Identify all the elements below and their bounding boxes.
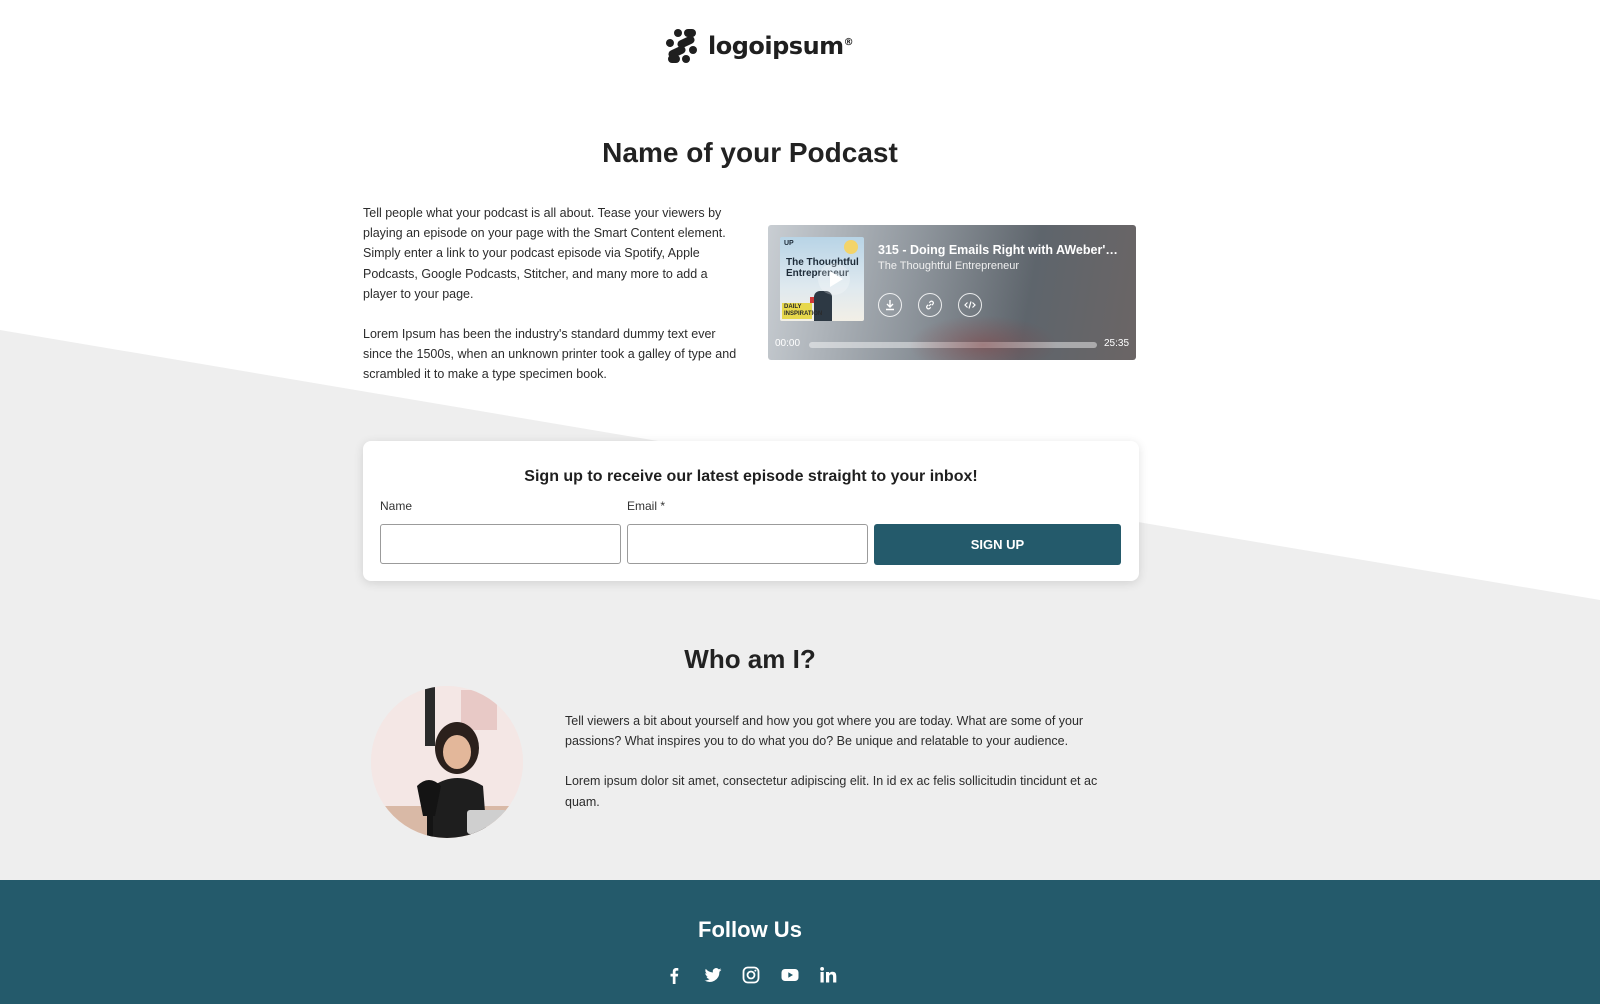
email-input[interactable] [627,524,868,564]
twitter-icon[interactable] [702,964,724,986]
intro-paragraph: Lorem Ipsum has been the industry's stan… [363,327,737,382]
cover-sun [844,240,858,254]
social-links [663,963,839,987]
logo[interactable]: logoipsum® [664,28,854,64]
facebook-icon[interactable] [663,964,685,986]
cover-badge: UP [784,240,794,247]
linkedin-icon[interactable] [817,964,839,986]
intro-text: Tell people what your podcast is all abo… [363,203,738,405]
cover-tag: DAILY INSPIRATION [782,303,823,319]
play-icon[interactable] [818,263,850,295]
name-label: Name [380,499,413,513]
signup-form: Sign up to receive our latest episode st… [363,441,1139,581]
episode-cover-art: UP The Thoughtful Entrepreneur DAILY INS… [780,237,864,321]
download-icon [886,300,894,311]
copy-link-button[interactable] [918,293,942,317]
about-paragraph: Lorem ipsum dolor sit amet, consectetur … [565,774,1098,809]
signup-button[interactable]: SIGN UP [874,524,1121,565]
about-text: Tell viewers a bit about yourself and ho… [565,711,1125,832]
podcast-player: UP The Thoughtful Entrepreneur DAILY INS… [768,225,1136,360]
current-time: 00:00 [775,338,801,349]
embed-code-icon [964,301,976,309]
intro-paragraph: Tell people what your podcast is all abo… [363,206,726,301]
about-paragraph: Tell viewers a bit about yourself and ho… [565,714,1084,749]
instagram-icon[interactable] [740,964,762,986]
logo-mark-icon [666,29,697,63]
host-photo [371,686,523,838]
episode-title[interactable]: 315 - Doing Emails Right with AWeber's T… [878,243,1123,257]
download-button[interactable] [878,293,902,317]
landing-page: logoipsum® Name of your Podcast Tell peo… [0,0,1600,1004]
youtube-icon[interactable] [779,964,801,986]
progress-bar[interactable] [809,342,1097,348]
name-input[interactable] [380,524,621,564]
link-icon [926,300,934,310]
page-title: Name of your Podcast [602,136,898,168]
avatar [371,686,523,838]
follow-us-title: Follow Us [698,917,802,942]
signup-title: Sign up to receive our latest episode st… [524,468,978,485]
total-time: 25:35 [1104,338,1130,349]
show-name[interactable]: The Thoughtful Entrepreneur [878,260,1019,272]
about-title: Who am I? [684,643,816,674]
logo-text: logoipsum® [708,32,854,60]
embed-button[interactable] [958,293,982,317]
email-label: Email * [627,499,666,513]
